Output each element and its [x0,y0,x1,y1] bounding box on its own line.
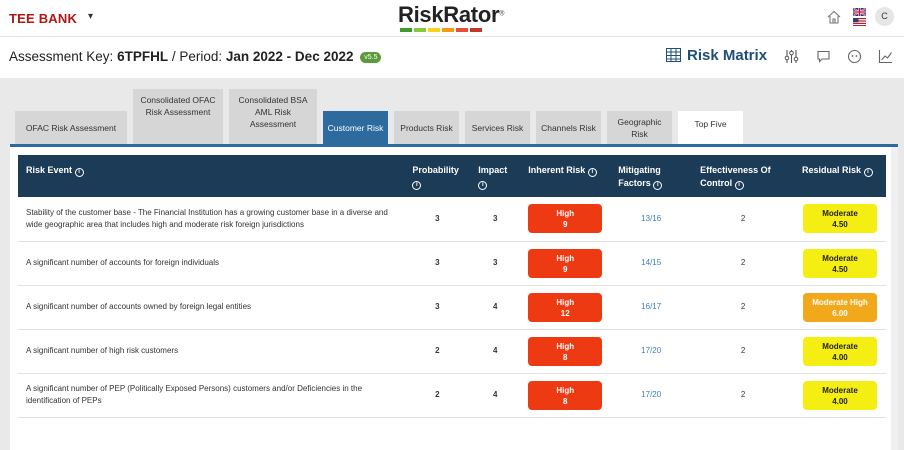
residual-risk-badge: Moderate High 6.00 [802,292,877,322]
risk-event-text: Stability of the customer base - The Fin… [18,197,405,242]
residual-risk-badge: Moderate 4.00 [802,336,877,366]
effectiveness-value: 2 [692,373,794,418]
version-badge: v5.5 [360,51,382,63]
residual-risk-badge: Moderate 4.00 [802,380,877,410]
probability-value: 2 [404,373,471,418]
impact-value: 3 [470,197,521,242]
sliders-icon[interactable] [784,49,799,64]
assessment-info: Assessment Key: 6TPFHL / Period: Jan 202… [9,49,382,64]
assessment-key-value: 6TPFHL [117,49,169,64]
risk-matrix-label: Risk Matrix [687,47,768,64]
riskrator-logo: RiskRator® [398,2,504,32]
table-scrollbar[interactable] [891,147,898,450]
probability-value: 2 [404,329,471,374]
table-row[interactable]: A significant number of accounts owned b… [18,285,886,330]
risk-event-text: A significant number of accounts owned b… [18,285,405,330]
risk-event-text: A significant number of high risk custom… [18,329,405,374]
mitigating-factors-link[interactable]: 17/20 [610,373,693,418]
probability-value: 3 [404,197,471,242]
impact-value: 3 [470,241,521,286]
mitigating-factors-link[interactable]: 17/20 [610,329,693,374]
period-value: Jan 2022 - Dec 2022 [225,49,354,64]
chevron-down-icon[interactable]: ▾ [88,11,93,22]
risk-matrix-button[interactable]: Risk Matrix [666,47,767,64]
tab-services-risk[interactable]: Services Risk [465,111,530,144]
inherent-risk-badge: High 9 [528,248,603,278]
residual-risk-badge: Moderate 4.50 [802,204,877,234]
risk-table: Risk Event i Probability i Impact i Inhere… [18,155,886,418]
table-row[interactable]: A significant number of accounts for for… [18,241,886,286]
home-icon[interactable] [826,9,842,25]
mitigating-factors-link[interactable]: 13/16 [610,197,693,242]
impact-value: 4 [470,285,521,330]
table-row[interactable]: A significant number of high risk custom… [18,329,886,374]
effectiveness-value: 2 [692,197,794,242]
analytics-chart-icon[interactable] [878,49,893,64]
logo-text: RiskRator [398,2,500,27]
inherent-risk-badge: High 12 [528,292,603,322]
table-header-row: Risk Event i Probability i Impact i Inhere… [18,155,886,197]
user-avatar[interactable]: C [875,7,894,26]
col-mitigating-factors[interactable]: Mitigating Factors i [610,155,693,197]
assessment-key-label: Assessment Key: [9,49,114,64]
inherent-risk-badge: High 9 [528,204,603,234]
col-risk-event[interactable]: Risk Event i [18,155,405,197]
table-row[interactable]: A significant number of PEP (Politically… [18,373,886,418]
risk-event-text: A significant number of accounts for for… [18,241,405,286]
effectiveness-value: 2 [692,285,794,330]
col-residual-risk[interactable]: Residual Risk i [793,155,886,197]
tab-consolidated-bsa-aml[interactable]: Consolidated BSA AML Risk Assessment [229,89,317,144]
mitigating-factors-link[interactable]: 16/17 [610,285,693,330]
effectiveness-value: 2 [692,241,794,286]
col-probability[interactable]: Probability i [404,155,471,197]
language-flag-icon[interactable] [853,8,866,26]
tab-products-risk[interactable]: Products Risk [394,111,459,144]
bank-selector[interactable]: TEE BANK [9,11,77,26]
info-icon[interactable]: i [653,181,663,190]
inherent-risk-badge: High 8 [528,336,603,366]
risk-event-text: A significant number of PEP (Politically… [18,373,405,418]
tab-customer-risk[interactable]: Customer Risk [323,111,388,144]
risk-table-panel: Risk Event i Probability i Impact i Inhere… [10,147,898,450]
probability-value: 3 [404,285,471,330]
top-bar: TEE BANK ▾ RiskRator® C [0,0,904,37]
tab-consolidated-ofac[interactable]: Consolidated OFAC Risk Assessment [133,89,223,144]
impact-value: 4 [470,373,521,418]
probability-value: 3 [404,241,471,286]
tab-channels-risk[interactable]: Channels Risk [536,111,601,144]
info-icon[interactable]: i [478,181,488,190]
period-label: / Period: [171,49,223,64]
info-icon[interactable]: i [734,181,744,190]
col-impact[interactable]: Impact i [470,155,521,197]
col-effectiveness[interactable]: Effectiveness Of Control i [692,155,794,197]
table-grid-icon [666,48,681,62]
info-icon[interactable]: i [863,168,873,177]
chat-bot-icon[interactable] [847,49,862,64]
tab-top-five[interactable]: Top Five [678,111,743,144]
logo-color-bar [398,28,504,32]
tab-geographic-risk[interactable]: Geographic Risk [607,111,672,144]
info-icon[interactable]: i [412,181,422,190]
col-inherent-risk[interactable]: Inherent Risk i [520,155,611,197]
inherent-risk-badge: High 8 [528,380,603,410]
comment-icon[interactable] [816,49,831,64]
info-icon[interactable]: i [587,168,597,177]
logo-trademark: ® [499,10,505,18]
mitigating-factors-link[interactable]: 14/15 [610,241,693,286]
effectiveness-value: 2 [692,329,794,374]
info-icon[interactable]: i [74,168,84,177]
table-row[interactable]: Stability of the customer base - The Fin… [18,197,886,242]
tab-ofac-risk-assessment[interactable]: OFAC Risk Assessment [15,111,127,144]
residual-risk-badge: Moderate 4.50 [802,248,877,278]
impact-value: 4 [470,329,521,374]
